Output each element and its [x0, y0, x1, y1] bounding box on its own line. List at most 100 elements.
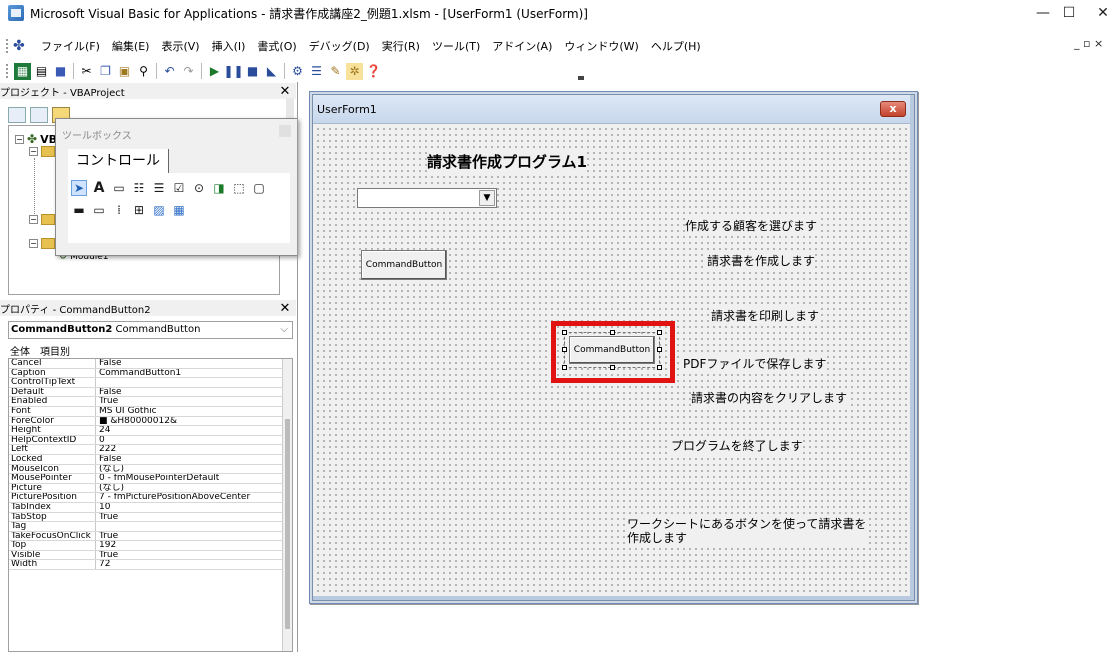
togglebutton-tool-icon[interactable]: ◨	[212, 181, 226, 195]
property-row[interactable]: ControlTipText	[9, 378, 292, 388]
checkbox-tool-icon[interactable]: ☑	[172, 181, 186, 195]
properties-icon[interactable]: ☰	[308, 63, 325, 80]
tree-folder-2[interactable]: −	[29, 214, 55, 225]
select-objects-icon[interactable]: ➤	[71, 180, 87, 196]
property-value[interactable]: 24	[96, 426, 292, 435]
toolbox-close-icon[interactable]	[279, 125, 291, 137]
combobox-tool-icon[interactable]: ☷	[132, 181, 146, 195]
property-value[interactable]: True	[96, 397, 292, 406]
save-icon[interactable]: ■	[52, 63, 69, 80]
tree-folder-3[interactable]: −	[29, 238, 55, 249]
view-object-icon[interactable]	[30, 107, 48, 123]
tree-folder-1[interactable]: −	[29, 146, 55, 157]
property-row[interactable]: Width 72	[9, 560, 292, 571]
property-row[interactable]: Tag	[9, 522, 292, 532]
menu-view[interactable]: 表示(V)	[155, 38, 205, 54]
menu-insert[interactable]: 挿入(I)	[206, 38, 252, 54]
property-value[interactable]: True	[96, 551, 292, 560]
customer-combobox[interactable]: ▼	[357, 188, 497, 208]
design-mode-icon[interactable]: ◣	[263, 63, 280, 80]
close-button[interactable]: ✕	[1080, 0, 1116, 26]
property-row[interactable]: MouseIcon (なし)	[9, 464, 292, 475]
menu-help[interactable]: ヘルプ(H)	[645, 38, 707, 54]
print-invoice-label[interactable]: 請求書を印刷します	[711, 307, 820, 324]
multipage-tool-icon[interactable]: ▭	[92, 203, 106, 217]
tab-categorized[interactable]: 項目別	[40, 343, 70, 358]
property-row[interactable]: TabStop True	[9, 512, 292, 523]
property-value[interactable]: True	[96, 532, 292, 541]
spinbutton-tool-icon[interactable]: ⊞	[132, 203, 146, 217]
properties-scrollbar[interactable]	[282, 359, 292, 651]
project-pane-close-icon[interactable]: ✕	[278, 85, 292, 99]
object-selector[interactable]: CommandButton2 CommandButton ⌵	[8, 321, 293, 339]
property-row[interactable]: PicturePosition 7 - fmPicturePositionAbov…	[9, 493, 292, 503]
property-value[interactable]	[96, 378, 292, 387]
property-value[interactable]	[96, 522, 292, 531]
refedit-tool-icon[interactable]: ▦	[172, 203, 186, 217]
toolbox-icon[interactable]: ✲	[346, 62, 363, 80]
property-row[interactable]: Caption CommandButton1	[9, 368, 292, 379]
userform-close-button[interactable]: x	[880, 101, 906, 117]
toolbar-overflow[interactable]	[578, 64, 584, 80]
optionbutton-tool-icon[interactable]: ⊙	[192, 181, 206, 195]
help-icon[interactable]: ❓	[365, 63, 382, 80]
menu-debug[interactable]: デバッグ(D)	[303, 38, 376, 54]
object-browser-icon[interactable]: ✎	[327, 63, 344, 80]
reset-icon[interactable]: ■	[244, 63, 261, 80]
copy-icon[interactable]: ❐	[97, 63, 114, 80]
property-value[interactable]: True	[96, 513, 292, 522]
property-row[interactable]: ForeColor ■ &H80000012&	[9, 416, 292, 427]
chevron-down-icon[interactable]: ▼	[479, 190, 495, 206]
break-icon[interactable]: ❚❚	[223, 63, 243, 80]
property-value[interactable]: 0 - fmMousePointerDefault	[96, 474, 292, 483]
menu-tools[interactable]: ツール(T)	[426, 38, 486, 54]
property-row[interactable]: Font MS UI Gothic	[9, 406, 292, 417]
property-value[interactable]: 72	[96, 560, 292, 569]
property-row[interactable]: HelpContextID 0	[9, 435, 292, 446]
pane-divider[interactable]	[297, 82, 298, 652]
menu-file[interactable]: ファイル(F)	[35, 38, 106, 54]
menu-edit[interactable]: 編集(E)	[106, 38, 156, 54]
create-invoice-label[interactable]: 請求書を作成します	[707, 252, 816, 269]
clear-invoice-label[interactable]: 請求書の内容をクリアします	[691, 389, 848, 406]
property-row[interactable]: Visible True	[9, 550, 292, 561]
listbox-tool-icon[interactable]: ☰	[152, 181, 166, 195]
tab-alphabetic[interactable]: 全体	[10, 343, 30, 358]
property-row[interactable]: Picture (なし)	[9, 483, 292, 494]
property-row[interactable]: Top 192	[9, 541, 292, 551]
textbox-tool-icon[interactable]: ▭	[112, 181, 126, 195]
insert-icon[interactable]: ▤	[33, 63, 50, 80]
property-value[interactable]: MS UI Gothic	[96, 407, 292, 416]
property-row[interactable]: MousePointer 0 - fmMousePointerDefault	[9, 474, 292, 484]
paste-icon[interactable]: ▣	[116, 63, 133, 80]
property-row[interactable]: Locked False	[9, 454, 292, 465]
menu-format[interactable]: 書式(O)	[251, 38, 302, 54]
property-value[interactable]: (なし)	[96, 465, 292, 474]
cut-icon[interactable]: ✂	[78, 63, 95, 80]
property-row[interactable]: Enabled True	[9, 397, 292, 407]
view-code-icon[interactable]	[8, 107, 26, 123]
heading-label[interactable]: 請求書作成プログラム1	[427, 151, 587, 172]
menu-window[interactable]: ウィンドウ(W)	[558, 38, 644, 54]
project-explorer-icon[interactable]: ⚙	[289, 63, 306, 80]
label-tool-icon[interactable]: A	[92, 181, 106, 195]
exit-program-label[interactable]: プログラムを終了します	[671, 437, 803, 454]
redo-icon[interactable]: ↷	[180, 63, 197, 80]
property-value[interactable]: False	[96, 455, 292, 464]
property-value[interactable]: ■ &H80000012&	[96, 417, 292, 426]
worksheet-note-label[interactable]: ワークシートにあるボタンを使って請求書を作成します	[627, 517, 867, 545]
find-icon[interactable]: ⚲	[135, 63, 152, 80]
property-value[interactable]: 192	[96, 541, 292, 550]
property-row[interactable]: Default False	[9, 387, 292, 398]
property-row[interactable]: Height 24	[9, 426, 292, 436]
tree-root[interactable]: − ✤ VB	[15, 132, 57, 146]
frame-tool-icon[interactable]: ⬚	[232, 181, 246, 195]
image-tool-icon[interactable]: ▨	[152, 203, 166, 217]
property-value[interactable]: 0	[96, 436, 292, 445]
property-row[interactable]: TabIndex 10	[9, 502, 292, 513]
select-customer-label[interactable]: 作成する顧客を選びます	[685, 217, 818, 234]
menu-run[interactable]: 実行(R)	[376, 38, 426, 54]
properties-pane-close-icon[interactable]: ✕	[278, 302, 292, 316]
property-value[interactable]: 7 - fmPicturePositionAboveCenter	[96, 493, 292, 502]
scrollbar-tool-icon[interactable]: ⁞	[112, 203, 126, 217]
